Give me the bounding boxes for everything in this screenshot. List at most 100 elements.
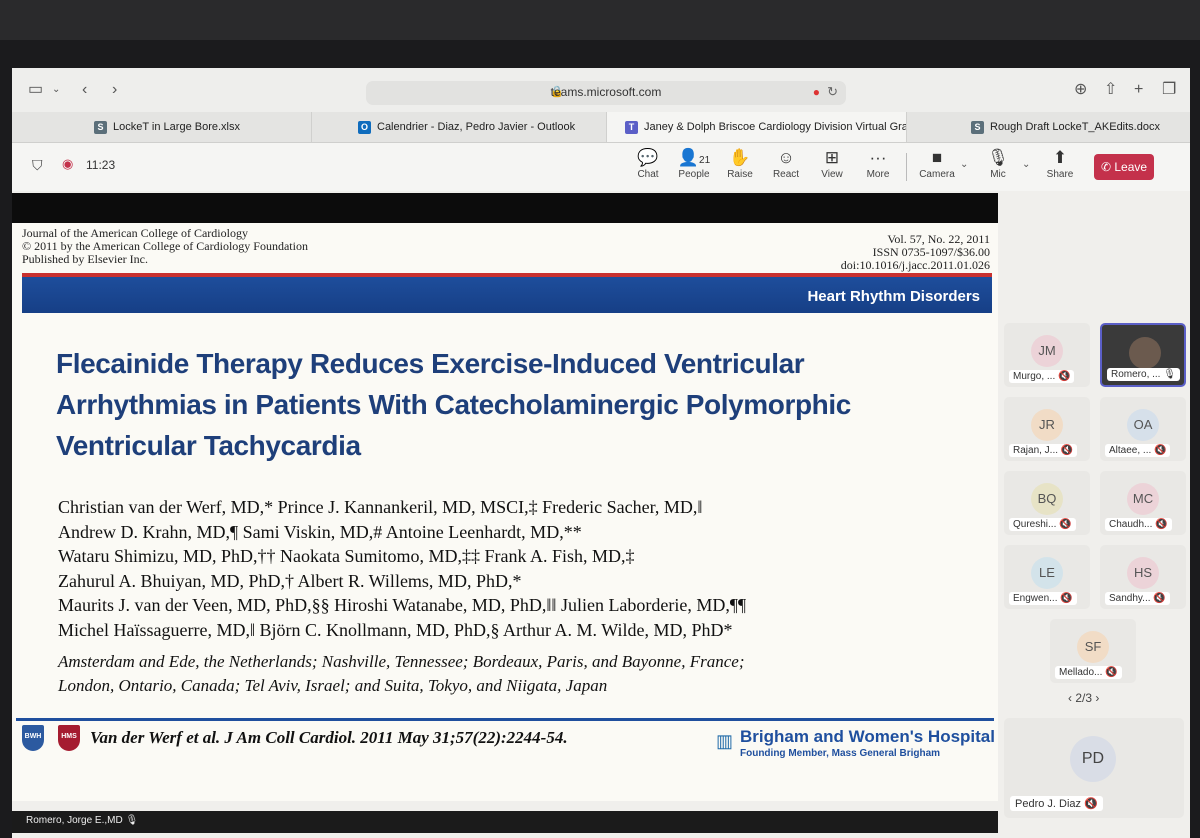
people-icon: 👤21 (677, 148, 711, 167)
share-button[interactable]: ⬆ Share (1038, 147, 1082, 180)
mic-off-icon: 🔇 (1060, 593, 1073, 604)
tab-label: LockeT in Large Bore.xlsx (113, 121, 240, 133)
browser-toolbar: ▭ ⌄ ‹ › 🔒 teams.microsoft.com ● ↻ ⊕ ⇧ + … (12, 68, 1190, 112)
author-line: Zahurul A. Bhuiyan, MD, PhD,† Albert R. … (58, 570, 522, 591)
mic-indicator-icon[interactable]: ● (813, 85, 820, 99)
more-button[interactable]: ··· More (856, 147, 900, 180)
participant-tile[interactable]: JM Murgo, ... 🔇 (1004, 323, 1090, 387)
back-icon[interactable]: ‹ (82, 80, 87, 100)
camera-options-chevron-icon[interactable]: ⌄ (960, 159, 968, 170)
chat-button[interactable]: 💬 Chat (626, 147, 670, 180)
teams-icon: T (625, 120, 638, 134)
mic-off-icon: 🔇 (1060, 445, 1074, 456)
hospital-logo-icon: ▥ (716, 731, 734, 751)
shared-slide: Journal of the American College of Cardi… (12, 223, 998, 833)
section-label: Heart Rhythm Disorders (807, 288, 980, 305)
participant-name: Qureshi... 🔇 (1009, 518, 1076, 531)
reload-icon[interactable]: ↻ (827, 84, 838, 100)
participant-tile[interactable]: JR Rajan, J... 🔇 (1004, 397, 1090, 461)
avatar: HS (1127, 557, 1159, 589)
smiley-icon: ☺ (777, 148, 795, 167)
author-line: Andrew D. Krahn, MD,¶ Sami Viskin, MD,# … (58, 521, 582, 542)
tab-bar: S LockeT in Large Bore.xlsx O Calendrier -… (12, 112, 1190, 143)
chevron-left-icon[interactable]: ‹ (1068, 691, 1072, 705)
avatar: LE (1031, 557, 1063, 589)
journal-info: Journal of the American College of Cardi… (22, 226, 308, 266)
grid-icon: ⊞ (824, 148, 840, 167)
new-tab-icon[interactable]: + (1134, 80, 1143, 100)
people-count: 21 (699, 155, 711, 166)
bwh-logo: BWH (22, 725, 44, 751)
participant-name: Engwen... 🔇 (1009, 592, 1077, 605)
chevron-down-icon[interactable]: ⌄ (52, 80, 60, 100)
divider (906, 153, 907, 181)
mic-icon: 🎙 (125, 815, 139, 826)
page-indicator: 2/3 (1075, 691, 1093, 705)
avatar: MC (1127, 483, 1159, 515)
banner-accent-line (22, 273, 992, 277)
downloads-icon[interactable]: ⊕ (1074, 80, 1087, 100)
mic-off-icon: 🔇 (1084, 798, 1098, 810)
self-view-tile[interactable]: PD Pedro J. Diaz 🔇 (1004, 718, 1184, 818)
mic-button[interactable]: 🎙 Mic (976, 147, 1020, 180)
share-icon[interactable]: ⇧ (1104, 80, 1117, 100)
chevron-right-icon[interactable]: › (1095, 691, 1099, 705)
people-button[interactable]: 👤21 People (672, 147, 716, 180)
meeting-stage: Journal of the American College of Cardi… (12, 191, 1190, 838)
more-icon: ··· (869, 148, 887, 167)
mic-options-chevron-icon[interactable]: ⌄ (1022, 159, 1030, 170)
tab-label: Janey & Dolph Briscoe Cardiology Divisio… (644, 121, 907, 133)
hospital-subtitle: Founding Member, Mass General Brigham (740, 748, 941, 759)
leave-button[interactable]: ✆ Leave (1094, 154, 1154, 180)
avatar: JR (1031, 409, 1063, 441)
tab-spreadsheet[interactable]: S LockeT in Large Bore.xlsx (12, 112, 312, 142)
participant-tile[interactable]: MC Chaudh... 🔇 (1100, 471, 1186, 535)
tab-outlook[interactable]: O Calendrier - Diaz, Pedro Javier - Outlo… (312, 112, 607, 142)
tab-overview-icon[interactable]: ❐ (1162, 80, 1176, 100)
participant-tile[interactable]: SF Mellado... 🔇 (1050, 619, 1136, 683)
tab-teams[interactable]: T Janey & Dolph Briscoe Cardiology Divisi… (607, 112, 907, 142)
participant-tile[interactable]: BQ Qureshi... 🔇 (1004, 471, 1090, 535)
outlook-icon: O (358, 120, 371, 134)
section-banner: Heart Rhythm Disorders (22, 273, 992, 313)
author-line: Maurits J. van der Veen, MD, PhD,§§ Hiro… (58, 595, 747, 615)
participant-name: Rajan, J... 🔇 (1009, 444, 1078, 457)
citation: Van der Werf et al. J Am Coll Cardiol. 2… (90, 728, 568, 747)
hospital-name: Brigham and Women's Hospital (740, 727, 995, 746)
presenter-label-bar: Romero, Jorge E.,MD 🎙 (12, 811, 998, 833)
meeting-controls-bar: ⛉ ◉ 11:23 💬 Chat 👤21 People ✋ Raise ☺ Re… (12, 143, 1190, 191)
avatar: SF (1077, 631, 1109, 663)
tab-document[interactable]: S Rough Draft LockeT_AKEdits.docx (907, 112, 1190, 142)
avatar: OA (1127, 409, 1159, 441)
chat-icon: 💬 (637, 148, 659, 167)
shield-icon[interactable]: ⛉ (32, 157, 43, 174)
sidebar-toggle-icon[interactable]: ▭ (28, 80, 43, 100)
recording-icon: ◉ (62, 156, 74, 171)
react-button[interactable]: ☺ React (764, 147, 808, 180)
raise-hand-button[interactable]: ✋ Raise (718, 147, 762, 180)
mic-off-icon: 🔇 (1153, 593, 1166, 604)
affiliations: Amsterdam and Ede, the Netherlands; Nash… (58, 652, 745, 695)
presenter-name: Romero, Jorge E.,MD 🎙 (26, 815, 139, 826)
share-screen-icon: ⬆ (1052, 148, 1068, 167)
avatar: BQ (1031, 483, 1063, 515)
participant-name: Romero, ... 🎙 (1107, 368, 1180, 381)
participant-name: Mellado... 🔇 (1055, 666, 1122, 679)
footer-rule (16, 718, 994, 721)
meeting-timer: 11:23 (86, 158, 116, 172)
participant-name: Sandhy... 🔇 (1105, 592, 1170, 605)
hand-icon: ✋ (729, 148, 751, 167)
forward-icon[interactable]: › (112, 80, 117, 100)
view-button[interactable]: ⊞ View (810, 147, 854, 180)
address-bar[interactable]: 🔒 teams.microsoft.com ● ↻ (366, 81, 846, 105)
participant-tile[interactable]: HS Sandhy... 🔇 (1100, 545, 1186, 609)
url-text: teams.microsoft.com (550, 85, 662, 99)
participant-tile[interactable]: OA Altaee, ... 🔇 (1100, 397, 1186, 461)
participant-tile[interactable]: LE Engwen... 🔇 (1004, 545, 1090, 609)
mic-off-icon: 🔇 (1058, 371, 1071, 382)
harvard-logo: HMS (58, 725, 80, 751)
laptop-bezel (0, 0, 1200, 40)
mic-off-icon: 🔇 (1105, 667, 1118, 678)
participant-tile-active-speaker[interactable]: Romero, ... 🎙 (1100, 323, 1186, 387)
camera-button[interactable]: ■ Camera (915, 147, 959, 180)
